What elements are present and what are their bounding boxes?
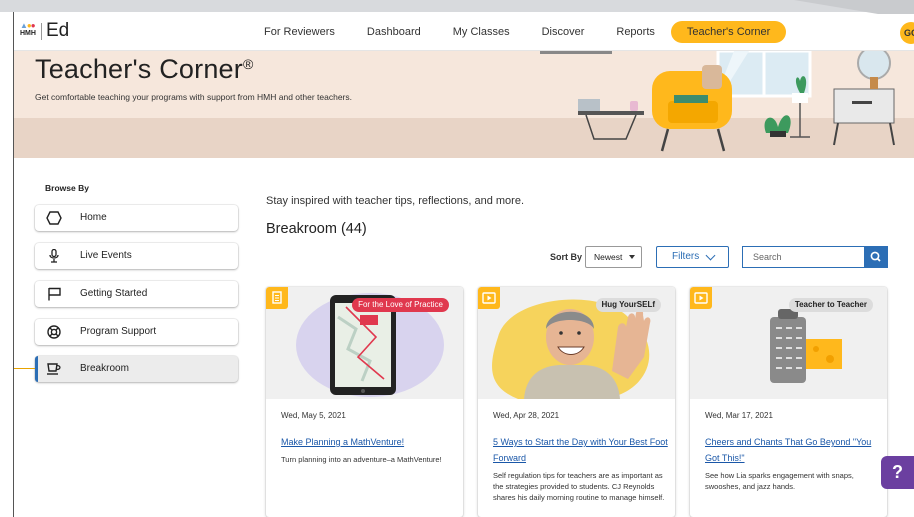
coffee-cup-icon: [47, 363, 61, 375]
lounge-illustration: [540, 51, 895, 152]
article-card[interactable]: For the Love of Practice Wed, May 5, 202…: [266, 287, 463, 517]
sidebar-item-getting-started[interactable]: Getting Started: [35, 281, 238, 307]
caret-down-icon: [629, 255, 635, 259]
sidebar-item-label: Program Support: [80, 326, 157, 337]
logo-dots-icon: ▲●●: [20, 21, 36, 30]
nav-teachers-corner[interactable]: Teacher's Corner: [670, 21, 787, 43]
help-button[interactable]: ?: [881, 456, 914, 489]
card-tag: Hug YourSELf: [595, 298, 661, 312]
sort-select[interactable]: Newest: [585, 246, 642, 268]
sort-by-label: Sort By: [550, 252, 583, 262]
section-intro: Stay inspired with teacher tips, reflect…: [266, 195, 525, 207]
main-nav: For Reviewers Dashboard My Classes Disco…: [248, 21, 787, 43]
card-description: Turn planning into an adventure–a MathVe…: [281, 455, 442, 464]
search-input[interactable]: [742, 246, 864, 268]
document-icon: [266, 287, 288, 309]
card-description: See how Lia sparks engagement with snaps…: [705, 471, 854, 491]
logo-divider: [41, 23, 42, 40]
top-header: ▲●● HMH Ed For Reviewers Dashboard My Cl…: [14, 14, 914, 51]
sidebar-item-breakroom[interactable]: Breakroom: [35, 356, 238, 382]
page-banner: Teacher's Corner® Get comfortable teachi…: [14, 51, 914, 158]
sidebar-item-live-events[interactable]: Live Events: [35, 243, 238, 269]
support-icon: [47, 325, 61, 339]
nav-reports[interactable]: Reports: [600, 21, 671, 43]
sidebar-item-label: Live Events: [80, 250, 132, 261]
page-title: Teacher's Corner®: [35, 54, 253, 85]
hmh-logo: ▲●● HMH: [20, 22, 36, 38]
sidebar-item-label: Getting Started: [80, 288, 148, 299]
filters-button[interactable]: Filters: [656, 246, 729, 268]
card-date: Wed, May 5, 2021: [281, 411, 346, 420]
card-tag: Teacher to Teacher: [788, 298, 873, 312]
video-play-icon: [690, 287, 712, 309]
selection-connector-line: [14, 368, 35, 369]
filters-label: Filters: [672, 251, 700, 262]
home-icon: [46, 211, 62, 225]
nav-for-reviewers[interactable]: For Reviewers: [248, 21, 351, 43]
microphone-icon: [49, 249, 59, 263]
sidebar-item-home[interactable]: Home: [35, 205, 238, 231]
search-icon: [870, 251, 881, 262]
sidebar-item-program-support[interactable]: Program Support: [35, 319, 238, 345]
card-description: Self regulation tips for teachers are as…: [493, 471, 665, 502]
card-title-link[interactable]: Cheers and Chants That Go Beyond "You Go…: [705, 434, 880, 466]
registered-mark: ®: [242, 56, 254, 72]
browser-frame-top: [0, 0, 914, 12]
card-date: Wed, Mar 17, 2021: [705, 411, 773, 420]
nav-dashboard[interactable]: Dashboard: [351, 21, 437, 43]
card-date: Wed, Apr 28, 2021: [493, 411, 560, 420]
flag-icon: [48, 287, 61, 301]
logo-ed-text: Ed: [46, 20, 70, 41]
chevron-down-icon: [705, 250, 716, 261]
page-subtitle: Get comfortable teaching your programs w…: [35, 92, 353, 102]
nav-my-classes[interactable]: My Classes: [437, 21, 526, 43]
logo-hmh-text: HMH: [20, 30, 36, 37]
sidebar-item-label: Breakroom: [80, 363, 129, 374]
card-title-link[interactable]: Make Planning a MathVenture!: [281, 434, 456, 450]
card-title-link[interactable]: 5 Ways to Start the Day with Your Best F…: [493, 434, 668, 466]
hmh-ed-logo[interactable]: ▲●● HMH Ed: [20, 20, 74, 44]
sidebar-item-label: Home: [80, 212, 107, 223]
video-play-icon: [478, 287, 500, 309]
nav-discover[interactable]: Discover: [526, 21, 601, 43]
section-title: Breakroom (44): [266, 221, 367, 237]
browse-by-label: Browse By: [45, 183, 89, 193]
user-avatar[interactable]: GC: [900, 22, 914, 44]
card-tag: For the Love of Practice: [352, 298, 449, 312]
article-card[interactable]: Hug YourSELf Wed, Apr 28, 2021 5 Ways to…: [478, 287, 675, 517]
article-card[interactable]: Teacher to Teacher Wed, Mar 17, 2021 Che…: [690, 287, 887, 517]
page-title-text: Teacher's Corner: [35, 54, 243, 84]
search-button[interactable]: [864, 246, 888, 268]
sort-select-value: Newest: [594, 252, 623, 262]
